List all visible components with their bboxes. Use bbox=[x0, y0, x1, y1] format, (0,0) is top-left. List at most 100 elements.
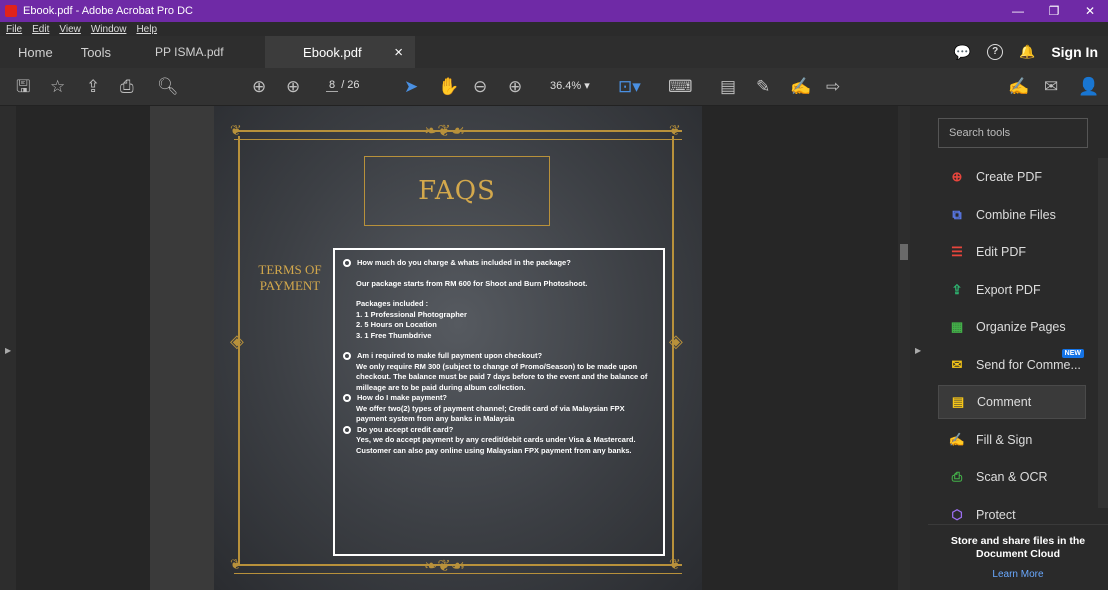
tools-scrollbar[interactable] bbox=[1098, 158, 1108, 508]
tool-organize-pages[interactable]: ▦ Organize Pages bbox=[938, 310, 1086, 344]
menu-file[interactable]: File bbox=[6, 24, 22, 35]
tool-comment[interactable]: ▤ Comment bbox=[938, 385, 1086, 419]
left-panel-toggle[interactable]: ▶ bbox=[0, 106, 16, 590]
document-scrollbar[interactable] bbox=[898, 106, 910, 590]
question-text: Do you accept credit card? bbox=[357, 424, 454, 434]
learn-more-link[interactable]: Learn More bbox=[928, 569, 1108, 580]
tool-export-pdf[interactable]: ⇪ Export PDF bbox=[938, 273, 1086, 307]
scan-ocr-icon: ⎙ bbox=[951, 469, 963, 484]
question-text: How much do you charge & whats included … bbox=[357, 258, 571, 267]
tab-label: PP ISMA.pdf bbox=[155, 45, 224, 59]
side-ornament-icon: ◈ bbox=[669, 331, 683, 351]
close-tab-icon[interactable]: × bbox=[394, 44, 403, 61]
right-panel-toggle[interactable]: ▶ bbox=[910, 106, 928, 590]
export-pdf-icon: ⇪ bbox=[951, 281, 963, 297]
tool-combine-files[interactable]: ⧉ Combine Files bbox=[938, 198, 1086, 232]
print-icon[interactable]: ⎙ bbox=[120, 76, 134, 98]
package-item: 2. 5 Hours on Location bbox=[356, 320, 437, 329]
combine-files-icon: ⧉ bbox=[952, 206, 962, 222]
pdf-page: ❦ ❦ ❧❦☙ ❧❦☙ ❦ ❦ ◈ ◈ FAQS TERMS OF PAYMEN… bbox=[214, 106, 702, 590]
tool-fill-sign[interactable]: ✍ Fill & Sign bbox=[938, 423, 1086, 457]
packages-title: Packages included : bbox=[356, 299, 429, 308]
previous-page-icon[interactable]: ⊕ bbox=[252, 76, 266, 98]
minimize-button[interactable]: — bbox=[1000, 0, 1036, 22]
faq-heading: FAQS bbox=[418, 176, 496, 206]
tool-label: Comment bbox=[977, 395, 1032, 409]
scroll-mode-icon[interactable]: ⌨ bbox=[668, 76, 693, 98]
bell-icon[interactable]: 🔔 bbox=[1019, 44, 1035, 60]
zoom-level-select[interactable]: 36.4% ▾ bbox=[550, 79, 590, 92]
corner-ornament-icon: ❦ bbox=[230, 556, 242, 572]
send-for-comments-icon: ✉ bbox=[951, 356, 963, 372]
send-share-icon[interactable]: ⇨ bbox=[826, 76, 840, 98]
faq-question: Am i required to make full payment upon … bbox=[343, 351, 655, 362]
zoom-out-icon[interactable]: ⊖ bbox=[473, 76, 487, 98]
faq-question: Do you accept credit card? bbox=[343, 425, 655, 436]
corner-ornament-icon: ❦ bbox=[669, 122, 681, 138]
zoom-in-icon[interactable]: ⊕ bbox=[508, 76, 522, 98]
corner-ornament-icon: ❦ bbox=[230, 122, 242, 138]
tool-label: Organize Pages bbox=[976, 320, 1066, 334]
save-icon[interactable]: 🖫 bbox=[16, 76, 30, 98]
menu-view[interactable]: View bbox=[59, 24, 81, 35]
star-icon[interactable]: ☆ bbox=[50, 76, 65, 98]
faq-content-box: How much do you charge & whats included … bbox=[333, 248, 665, 556]
hand-tool-icon[interactable]: ✋ bbox=[438, 76, 459, 98]
side-ornament-icon: ◈ bbox=[230, 331, 244, 351]
tab-home[interactable]: Home bbox=[0, 36, 67, 68]
create-pdf-icon: ⊕ bbox=[951, 169, 963, 184]
menu-window[interactable]: Window bbox=[91, 24, 127, 35]
tool-label: Fill & Sign bbox=[976, 432, 1033, 447]
tab-bar: Home Tools PP ISMA.pdf Ebook.pdf × 💬 ? 🔔… bbox=[0, 36, 1108, 68]
protect-icon: ⬡ bbox=[951, 506, 963, 522]
zoom-value: 36.4% bbox=[550, 80, 582, 92]
expand-left-icon: ▶ bbox=[5, 346, 12, 355]
tool-scan-ocr[interactable]: ⎙ Scan & OCR bbox=[938, 460, 1086, 494]
scrollbar-thumb[interactable] bbox=[900, 244, 908, 260]
menu-edit[interactable]: Edit bbox=[32, 24, 49, 35]
help-icon[interactable]: ? bbox=[987, 44, 1004, 60]
tool-label: Create PDF bbox=[976, 170, 1042, 184]
edit-pdf-icon: ☰ bbox=[951, 244, 963, 259]
tool-label: Protect bbox=[976, 507, 1016, 522]
restore-button[interactable]: ❐ bbox=[1036, 0, 1072, 22]
upload-cloud-icon[interactable]: ⇪ bbox=[86, 76, 100, 98]
fill-sign-icon: ✍ bbox=[948, 431, 966, 447]
tab-pp-isma[interactable]: PP ISMA.pdf bbox=[125, 36, 266, 68]
current-page-input[interactable]: 8 bbox=[326, 79, 339, 92]
zoom-search-icon[interactable]: 🔍︎ bbox=[157, 76, 179, 98]
sign-in-button[interactable]: Sign In bbox=[1051, 44, 1098, 60]
tool-label: Send for Comme... bbox=[976, 357, 1081, 372]
page-indicator: 8 / 26 bbox=[326, 79, 360, 92]
tool-edit-pdf[interactable]: ☰ Edit PDF bbox=[938, 235, 1086, 269]
sign-icon[interactable]: ✍ bbox=[790, 76, 811, 98]
bottom-ornament-icon: ❧❦☙ bbox=[424, 558, 466, 575]
tool-label: Scan & OCR bbox=[976, 470, 1048, 484]
tab-tools[interactable]: Tools bbox=[67, 36, 125, 68]
organize-pages-icon: ▦ bbox=[950, 319, 964, 334]
add-user-icon[interactable]: 👤 bbox=[1078, 76, 1099, 98]
tool-create-pdf[interactable]: ⊕ Create PDF bbox=[938, 160, 1086, 194]
question-text: How do I make payment? bbox=[357, 393, 448, 402]
total-pages: / 26 bbox=[341, 79, 360, 91]
fill-sign-toolbar-icon[interactable]: ✍ bbox=[1008, 76, 1029, 98]
question-text: Am i required to make full payment upon … bbox=[357, 351, 543, 360]
email-icon[interactable]: ✉ bbox=[1044, 76, 1058, 98]
menu-bar: File Edit View Window Help bbox=[0, 22, 1108, 36]
highlight-pen-icon[interactable]: ✎ bbox=[756, 76, 770, 98]
fit-page-icon[interactable]: ⊡▾ bbox=[618, 76, 641, 98]
chat-icon[interactable]: 💬 bbox=[954, 44, 971, 61]
search-tools-input[interactable]: Search tools bbox=[938, 118, 1088, 148]
tool-label: Combine Files bbox=[976, 207, 1056, 222]
close-window-button[interactable]: ✕ bbox=[1072, 0, 1108, 22]
select-cursor-icon[interactable]: ➤ bbox=[404, 76, 418, 98]
tool-send-for-comments[interactable]: ✉ Send for Comme... NEW bbox=[938, 348, 1086, 382]
next-page-icon[interactable]: ⊕ bbox=[286, 76, 300, 98]
comment-icon[interactable]: ▤ bbox=[720, 76, 736, 98]
tab-ebook[interactable]: Ebook.pdf × bbox=[265, 36, 416, 68]
faq-answer: Our package starts from RM 600 for Shoot… bbox=[356, 278, 588, 288]
menu-help[interactable]: Help bbox=[136, 24, 157, 35]
top-ornament-icon: ❧❦☙ bbox=[424, 123, 466, 140]
document-viewport[interactable]: ▶ ❦ ❦ ❧❦☙ ❧❦☙ ❦ ❦ ◈ ◈ FAQS TERMS OF PAYM… bbox=[0, 106, 910, 590]
main-toolbar: 🖫 ☆ ⇪ ⎙ 🔍︎ ⊕ ⊕ 8 / 26 ➤ ✋ ⊖ ⊕ 36.4% ▾ ⊡▾… bbox=[0, 68, 1108, 106]
